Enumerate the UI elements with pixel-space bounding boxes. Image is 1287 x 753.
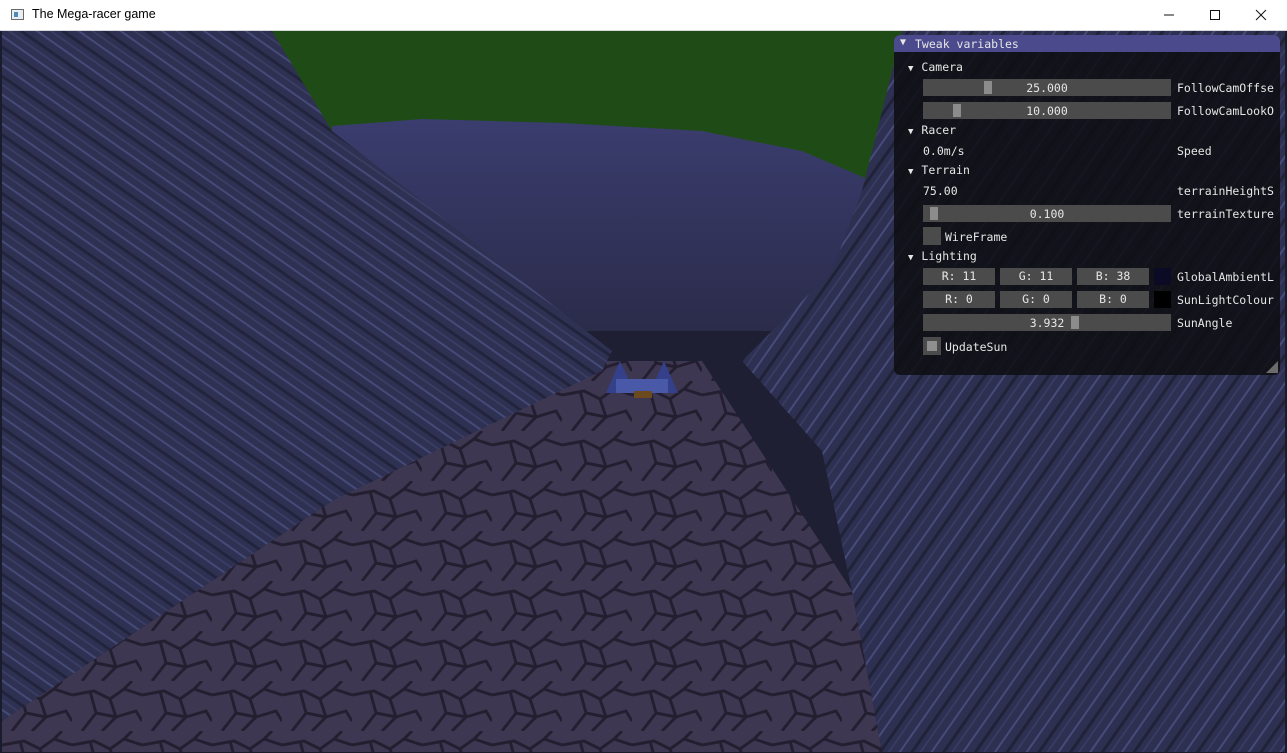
sun-angle-slider[interactable]: 3.932: [923, 314, 1171, 331]
update-sun-checkbox[interactable]: [923, 337, 941, 355]
slider-value: 3.932: [1029, 316, 1065, 330]
section-terrain-title: Terrain: [921, 163, 970, 177]
tweak-panel-title: Tweak variables: [915, 37, 1019, 51]
wireframe-label: WireFrame: [945, 230, 1008, 244]
terrain-texture-label: terrainTexture: [1177, 207, 1274, 221]
global-ambient-label: GlobalAmbientL: [1177, 270, 1274, 284]
tweak-panel[interactable]: ▼ Tweak variables ▼ Camera 25.000 FollowC…: [894, 35, 1280, 375]
slider-value: 25.000: [1026, 81, 1068, 95]
terrain-height-label: terrainHeightS: [1177, 184, 1274, 198]
sun-angle-label: SunAngle: [1177, 316, 1233, 330]
follow-cam-lookat-label: FollowCamLookO: [1177, 104, 1274, 118]
follow-cam-offset-label: FollowCamOffse: [1177, 81, 1274, 95]
minimize-button[interactable]: [1146, 0, 1192, 30]
global-ambient-g[interactable]: G: 11: [1000, 268, 1072, 285]
global-ambient-r[interactable]: R: 11: [923, 268, 995, 285]
global-ambient-swatch[interactable]: [1154, 268, 1171, 285]
sun-light-r[interactable]: R: 0: [923, 291, 995, 308]
section-expanded-icon: ▼: [908, 127, 914, 137]
close-icon: [1255, 9, 1267, 21]
wireframe-checkbox[interactable]: [923, 227, 941, 245]
follow-cam-offset-slider[interactable]: 25.000: [923, 79, 1171, 96]
app-icon: [11, 9, 24, 20]
section-expanded-icon: ▼: [908, 167, 914, 177]
speed-value: 0.0m/s: [923, 144, 965, 158]
section-lighting-header[interactable]: ▼ Lighting: [908, 249, 977, 263]
sun-light-g[interactable]: G: 0: [1000, 291, 1072, 308]
terrain-texture-slider[interactable]: 0.100: [923, 205, 1171, 222]
sun-light-b[interactable]: B: 0: [1077, 291, 1149, 308]
section-expanded-icon: ▼: [908, 64, 914, 74]
section-racer-title: Racer: [921, 123, 957, 137]
maximize-button[interactable]: [1192, 0, 1238, 30]
game-viewport[interactable]: ▼ Tweak variables ▼ Camera 25.000 FollowC…: [2, 31, 1285, 752]
collapse-arrow-icon[interactable]: ▼: [900, 37, 906, 48]
terrain-height-value: 75.00: [923, 184, 958, 198]
slider-value: 0.100: [1029, 207, 1065, 221]
window-title-bar[interactable]: The Mega-racer game: [0, 0, 1287, 31]
speed-label: Speed: [1177, 144, 1212, 158]
tweak-panel-header[interactable]: ▼ Tweak variables: [894, 35, 1280, 52]
section-racer-header[interactable]: ▼ Racer: [908, 123, 956, 137]
update-sun-label: UpdateSun: [945, 340, 1008, 354]
global-ambient-b[interactable]: B: 38: [1077, 268, 1149, 285]
section-terrain-header[interactable]: ▼ Terrain: [908, 163, 970, 177]
sun-light-label: SunLightColour: [1177, 293, 1274, 307]
section-expanded-icon: ▼: [908, 253, 914, 263]
resize-grip-icon[interactable]: [1266, 361, 1278, 373]
follow-cam-lookat-slider[interactable]: 10.000: [923, 102, 1171, 119]
window-title: The Mega-racer game: [32, 7, 156, 21]
close-button[interactable]: [1238, 0, 1284, 30]
minimize-icon: [1164, 14, 1174, 16]
maximize-icon: [1210, 10, 1220, 20]
section-camera-title: Camera: [921, 60, 963, 74]
section-lighting-title: Lighting: [921, 249, 977, 263]
section-camera-header[interactable]: ▼ Camera: [908, 60, 963, 74]
slider-value: 10.000: [1026, 104, 1068, 118]
sun-light-swatch[interactable]: [1154, 291, 1171, 308]
